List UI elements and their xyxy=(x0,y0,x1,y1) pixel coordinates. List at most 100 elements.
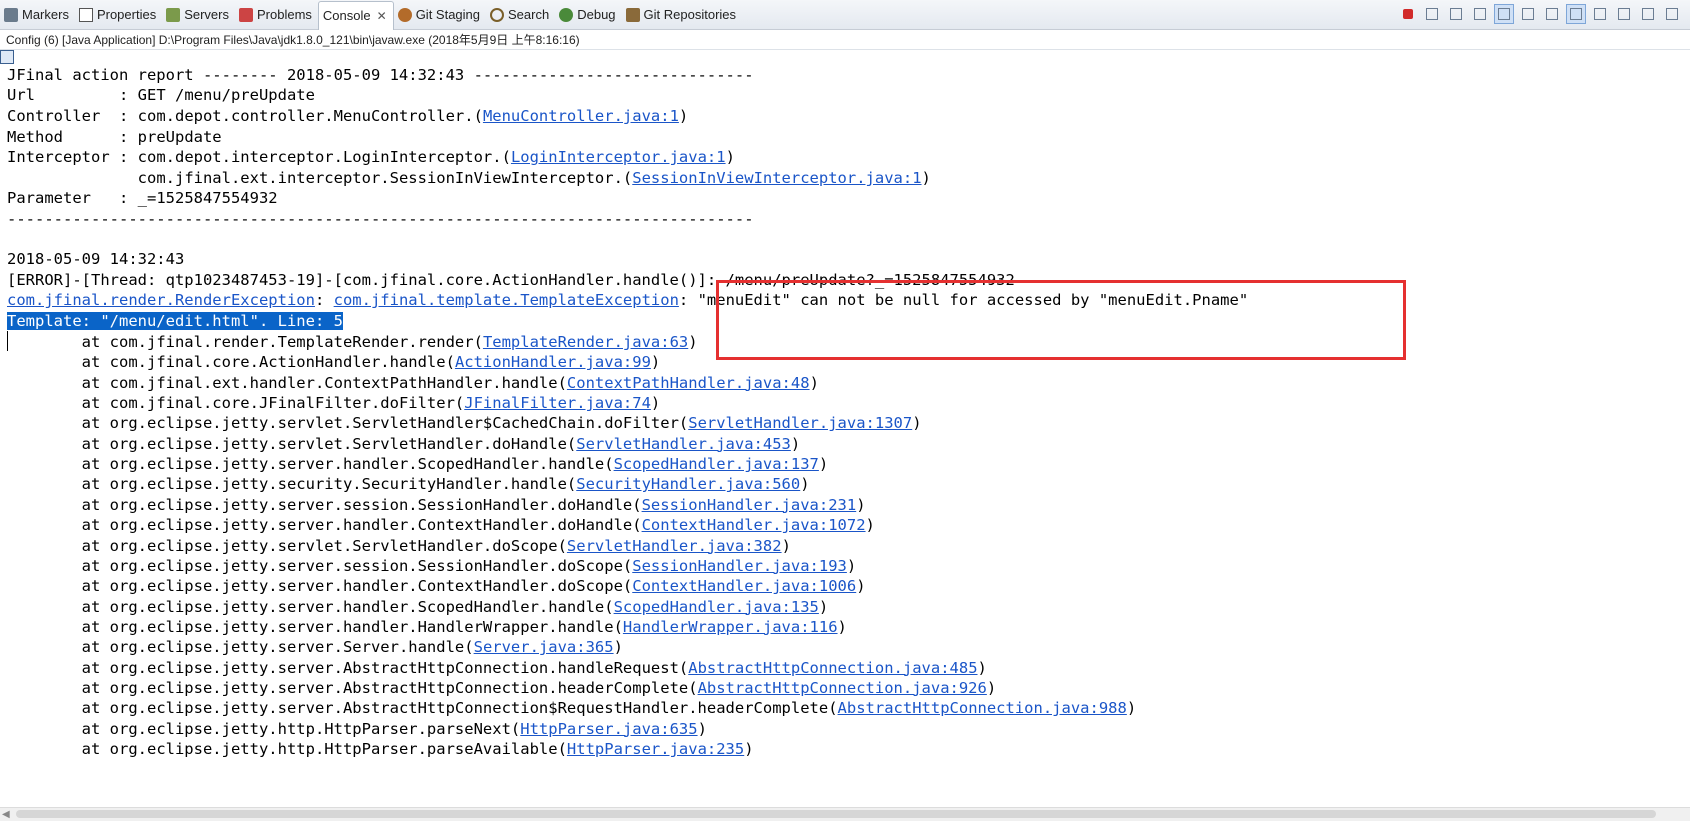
git-repositories-icon xyxy=(625,7,640,22)
properties-icon xyxy=(78,7,93,22)
scrollbar-thumb[interactable] xyxy=(16,810,1656,818)
report-footer: ----------------------------------------… xyxy=(7,210,754,228)
remove-launch-button[interactable] xyxy=(1422,4,1442,24)
tab-properties[interactable]: Properties xyxy=(75,2,162,28)
tab-label: Problems xyxy=(257,7,312,22)
source-link[interactable]: LoginInterceptor.java:1 xyxy=(511,148,726,166)
stack-trace-line: at org.eclipse.jetty.server.Server.handl… xyxy=(7,638,623,657)
source-link[interactable]: HttpParser.java:235 xyxy=(567,740,744,758)
source-link[interactable]: SessionHandler.java:193 xyxy=(632,557,847,575)
stack-trace-line: at org.eclipse.jetty.http.HttpParser.par… xyxy=(7,740,754,758)
tab-search[interactable]: Search xyxy=(486,2,555,28)
source-link[interactable]: HttpParser.java:635 xyxy=(520,720,697,738)
tab-git-repositories[interactable]: Git Repositories xyxy=(622,2,742,28)
stack-trace-line: at com.jfinal.render.TemplateRender.rend… xyxy=(7,333,698,351)
source-link[interactable]: ContextHandler.java:1072 xyxy=(642,516,866,534)
template-line: Template: "/menu/edit.html". Line: 5 xyxy=(7,310,343,332)
exception-link[interactable]: com.jfinal.render.RenderException xyxy=(7,291,315,309)
tab-console[interactable]: Console ✕ xyxy=(0,0,394,64)
markers-icon xyxy=(4,7,18,22)
display-console-button[interactable] xyxy=(1614,4,1634,24)
report-method: Method : preUpdate xyxy=(7,128,222,146)
tab-label: Git Repositories xyxy=(643,7,737,22)
source-link[interactable]: AbstractHttpConnection.java:485 xyxy=(688,659,977,677)
stack-trace-line: at org.eclipse.jetty.server.handler.Cont… xyxy=(7,516,875,535)
stack-trace-line: at com.jfinal.ext.handler.ContextPathHan… xyxy=(7,373,819,392)
stdout-icon xyxy=(1546,8,1558,20)
error-timestamp: 2018-05-09 14:32:43 xyxy=(7,250,185,268)
terminate-button[interactable] xyxy=(1398,4,1418,24)
scroll-lock-icon xyxy=(1498,8,1510,20)
source-link[interactable]: HandlerWrapper.java:116 xyxy=(623,618,838,636)
source-link[interactable]: AbstractHttpConnection.java:926 xyxy=(698,679,987,697)
remove-icon xyxy=(1426,8,1438,20)
tab-git-staging[interactable]: Git Staging xyxy=(394,2,486,28)
source-link[interactable]: AbstractHttpConnection.java:988 xyxy=(838,699,1127,717)
tab-label: Git Staging xyxy=(415,7,481,22)
source-link[interactable]: ScopedHandler.java:135 xyxy=(614,598,819,616)
open-console-icon xyxy=(1642,8,1654,20)
stack-trace-line: at org.eclipse.jetty.server.AbstractHttp… xyxy=(7,699,1137,718)
tab-servers[interactable]: Servers xyxy=(162,2,235,28)
source-link[interactable]: Server.java:365 xyxy=(474,638,614,656)
stack-trace-line: at com.jfinal.core.JFinalFilter.doFilter… xyxy=(7,394,661,413)
stack-trace-line: at org.eclipse.jetty.servlet.ServletHand… xyxy=(7,536,791,555)
source-link[interactable]: TemplateRender.java:63 xyxy=(483,333,688,351)
close-icon[interactable]: ✕ xyxy=(377,9,387,23)
problems-icon xyxy=(239,7,253,22)
report-url: Url : GET /menu/preUpdate xyxy=(7,86,315,104)
horizontal-scrollbar[interactable]: ◀ xyxy=(0,807,1690,821)
report-controller: Controller : com.depot.controller.MenuCo… xyxy=(7,107,689,125)
tab-problems[interactable]: Problems xyxy=(235,2,318,28)
show-when-stdout-button[interactable] xyxy=(1542,4,1562,24)
stack-trace-line: at org.eclipse.jetty.server.session.Sess… xyxy=(7,495,866,514)
git-staging-icon xyxy=(397,7,412,22)
remove-all-icon xyxy=(1450,8,1462,20)
show-when-stderr-button[interactable] xyxy=(1566,4,1586,24)
exception-link[interactable]: com.jfinal.template.TemplateException xyxy=(334,291,679,309)
debug-icon xyxy=(559,7,574,22)
console-output[interactable]: JFinal action report -------- 2018-05-09… xyxy=(0,50,1690,807)
chevron-down-icon xyxy=(1666,8,1678,20)
display-console-icon xyxy=(1618,8,1630,20)
view-menu-button[interactable] xyxy=(1662,4,1682,24)
scroll-left-icon[interactable]: ◀ xyxy=(2,808,10,821)
text-caret xyxy=(7,331,8,351)
source-link[interactable]: SessionInViewInterceptor.java:1 xyxy=(632,169,921,187)
stack-trace-line: at org.eclipse.jetty.server.handler.Cont… xyxy=(7,577,866,596)
clear-icon xyxy=(1474,8,1486,20)
stack-trace-line: at org.eclipse.jetty.security.SecurityHa… xyxy=(7,475,810,494)
source-link[interactable]: ContextHandler.java:1006 xyxy=(632,577,856,595)
open-console-button[interactable] xyxy=(1638,4,1658,24)
source-link[interactable]: ServletHandler.java:453 xyxy=(576,435,791,453)
tab-markers[interactable]: Markers xyxy=(0,2,75,28)
source-link[interactable]: JFinalFilter.java:74 xyxy=(464,394,651,412)
source-link[interactable]: ServletHandler.java:382 xyxy=(567,537,782,555)
report-interceptor: Interceptor : com.depot.interceptor.Logi… xyxy=(7,148,735,166)
word-wrap-button[interactable] xyxy=(1518,4,1538,24)
tab-debug[interactable]: Debug xyxy=(555,2,621,28)
source-link[interactable]: SecurityHandler.java:560 xyxy=(576,475,800,493)
pin-console-button[interactable] xyxy=(1590,4,1610,24)
console-toolbar xyxy=(1398,4,1682,24)
tab-label: Debug xyxy=(577,7,616,22)
stack-trace-line: at org.eclipse.jetty.servlet.ServletHand… xyxy=(7,414,922,433)
stack-trace-line: at org.eclipse.jetty.servlet.ServletHand… xyxy=(7,434,801,453)
tab-label: Properties xyxy=(96,7,157,22)
source-link[interactable]: ActionHandler.java:99 xyxy=(455,353,651,371)
servers-icon xyxy=(166,7,181,22)
source-link[interactable]: ScopedHandler.java:137 xyxy=(614,455,819,473)
stack-trace-line: at org.eclipse.jetty.server.AbstractHttp… xyxy=(7,658,987,677)
scroll-lock-button[interactable] xyxy=(1494,4,1514,24)
stack-trace-line: at org.eclipse.jetty.server.session.Sess… xyxy=(7,556,857,575)
tab-label: Search xyxy=(508,7,550,22)
remove-all-terminated-button[interactable] xyxy=(1446,4,1466,24)
source-link[interactable]: ContextPathHandler.java:48 xyxy=(567,374,810,392)
source-link[interactable]: SessionHandler.java:231 xyxy=(642,496,857,514)
view-tab-bar: Markers Properties Servers Problems Cons… xyxy=(0,0,1690,64)
report-interceptor-2: com.jfinal.ext.interceptor.SessionInView… xyxy=(137,169,931,187)
source-link[interactable]: ServletHandler.java:1307 xyxy=(688,414,912,432)
clear-console-button[interactable] xyxy=(1470,4,1490,24)
source-link[interactable]: MenuController.java:1 xyxy=(483,107,679,125)
search-icon xyxy=(490,7,505,22)
